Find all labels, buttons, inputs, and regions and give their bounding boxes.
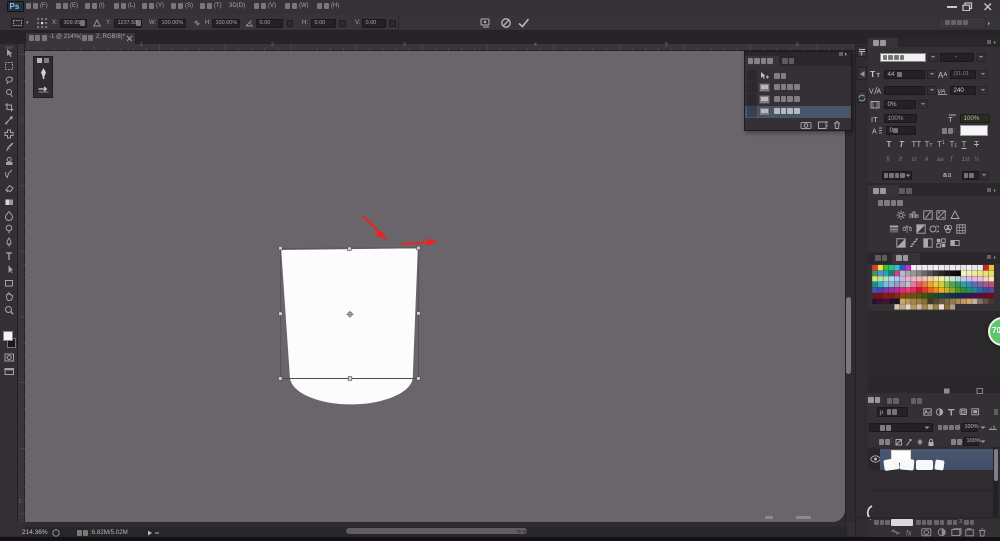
svg-text:A: A xyxy=(872,129,877,136)
svg-text:A: A xyxy=(877,88,882,95)
svg-text:IT: IT xyxy=(871,115,878,123)
svg-text:V: V xyxy=(869,88,874,95)
svg-text:VA: VA xyxy=(937,88,945,95)
svg-text:A: A xyxy=(944,72,948,78)
svg-text:T: T xyxy=(948,115,953,123)
